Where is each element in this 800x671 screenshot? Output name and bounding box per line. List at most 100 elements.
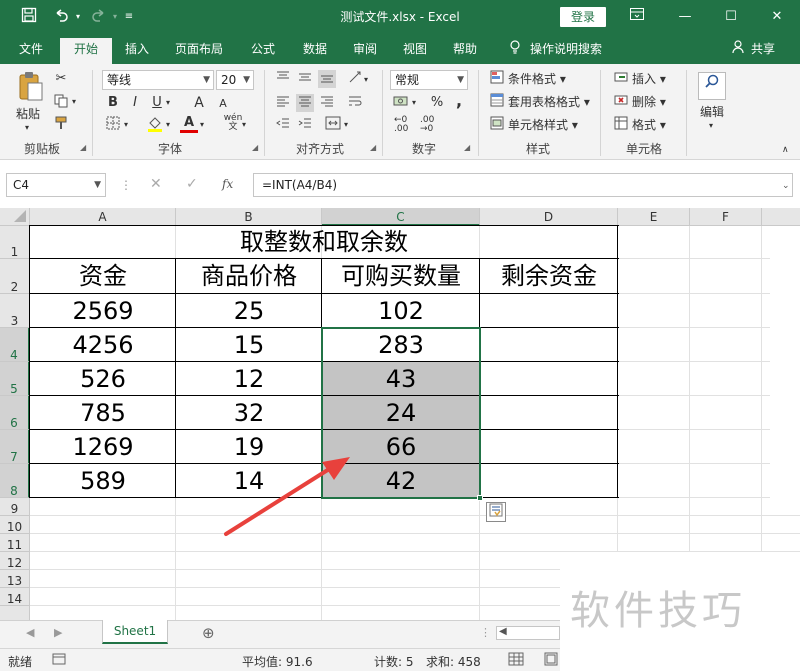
maximize-icon[interactable]: ☐: [720, 6, 742, 28]
number-format-combo[interactable]: 常规 ▼: [390, 70, 468, 90]
border-dropdown-icon[interactable]: ▾: [124, 117, 128, 133]
tab-insert[interactable]: 插入: [118, 40, 156, 64]
phonetic-button[interactable]: wén 文: [222, 114, 244, 132]
share-button[interactable]: 共享: [748, 40, 778, 64]
enter-icon[interactable]: ✓: [186, 176, 198, 192]
alignment-launcher-icon[interactable]: ◢: [370, 143, 376, 152]
format-painter-icon[interactable]: [52, 116, 70, 134]
align-center-icon[interactable]: [296, 94, 314, 112]
cancel-icon[interactable]: ✕: [150, 176, 162, 192]
merge-center-icon[interactable]: [324, 116, 342, 134]
tab-formulas[interactable]: 公式: [244, 40, 282, 64]
font-color-button[interactable]: A: [180, 116, 198, 133]
split-handle-icon[interactable]: ⋮: [480, 626, 491, 639]
average-status[interactable]: 平均值: 91.6: [242, 653, 313, 670]
tab-view[interactable]: 视图: [396, 40, 434, 64]
orientation-dropdown-icon[interactable]: ▾: [364, 72, 368, 88]
ribbon-display-icon[interactable]: [626, 6, 648, 28]
editing-dropdown-icon[interactable]: ▾: [709, 118, 713, 134]
increase-indent-icon[interactable]: [296, 116, 314, 134]
count-status[interactable]: 计数: 5: [374, 653, 414, 670]
format-cells-button[interactable]: 格式 ▾: [632, 117, 666, 133]
align-right-icon[interactable]: [318, 94, 336, 112]
accounting-dropdown-icon[interactable]: ▾: [412, 95, 416, 111]
font-name-combo[interactable]: 等线 ▼: [102, 70, 214, 90]
redo-dropdown-icon[interactable]: ▾: [110, 7, 120, 27]
align-bottom-icon[interactable]: [318, 70, 336, 88]
login-button[interactable]: 登录: [560, 7, 606, 27]
comma-button[interactable]: ,: [450, 92, 468, 110]
align-middle-icon[interactable]: [296, 70, 314, 88]
format-as-table-button[interactable]: 套用表格格式 ▾: [508, 94, 590, 110]
sheet-tab-sheet1[interactable]: Sheet1: [102, 620, 168, 644]
italic-button[interactable]: I: [126, 94, 144, 112]
page-layout-view-icon[interactable]: [544, 652, 558, 669]
scroll-next-sheet-icon[interactable]: ▶: [54, 626, 62, 639]
tab-home[interactable]: 开始: [60, 38, 112, 64]
increase-decimal-button[interactable]: ←0.00: [394, 116, 408, 134]
close-icon[interactable]: ✕: [766, 6, 788, 28]
delete-cells-button[interactable]: 删除 ▾: [632, 94, 666, 110]
fill-color-dropdown-icon[interactable]: ▾: [166, 117, 170, 133]
horizontal-scrollbar[interactable]: ◀: [496, 626, 560, 640]
bold-button[interactable]: B: [104, 94, 122, 112]
scroll-prev-sheet-icon[interactable]: ◀: [26, 626, 34, 639]
copy-icon[interactable]: [52, 94, 70, 112]
name-box[interactable]: C4 ▼: [6, 173, 106, 197]
add-sheet-icon[interactable]: ⊕: [202, 624, 215, 642]
cut-icon[interactable]: ✂: [52, 70, 70, 88]
tab-review[interactable]: 审阅: [346, 40, 384, 64]
grow-font-button[interactable]: A: [190, 94, 208, 112]
conditional-format-button[interactable]: 条件格式 ▾: [508, 71, 566, 87]
format-as-table-icon[interactable]: [488, 93, 506, 111]
align-left-icon[interactable]: [274, 94, 292, 112]
phonetic-dropdown-icon[interactable]: ▾: [242, 117, 246, 133]
macro-record-icon[interactable]: [52, 652, 66, 669]
decrease-indent-icon[interactable]: [274, 116, 292, 134]
align-top-icon[interactable]: [274, 70, 292, 88]
scroll-left-icon[interactable]: ◀: [499, 626, 507, 637]
insert-cells-button[interactable]: 插入 ▾: [632, 71, 666, 87]
insert-cells-icon[interactable]: [612, 70, 630, 88]
undo-icon[interactable]: [50, 7, 72, 27]
tab-data[interactable]: 数据: [296, 40, 334, 64]
font-launcher-icon[interactable]: ◢: [252, 143, 258, 152]
tab-help[interactable]: 帮助: [446, 40, 484, 64]
tab-page-layout[interactable]: 页面布局: [168, 40, 230, 64]
underline-dropdown-icon[interactable]: ▾: [166, 95, 170, 111]
shrink-font-button[interactable]: A: [214, 95, 232, 113]
minimize-icon[interactable]: —: [674, 6, 696, 28]
copy-dropdown-icon[interactable]: ▾: [72, 94, 76, 110]
search-icon[interactable]: [698, 72, 726, 100]
cell-styles-button[interactable]: 单元格样式 ▾: [508, 117, 578, 133]
font-color-dropdown-icon[interactable]: ▾: [200, 117, 204, 133]
insert-function-button[interactable]: fx: [222, 176, 233, 192]
percent-button[interactable]: %: [428, 94, 446, 112]
save-icon[interactable]: [18, 7, 40, 27]
fill-color-icon[interactable]: [146, 116, 164, 134]
tab-file[interactable]: 文件: [14, 40, 48, 64]
tell-me-search[interactable]: 操作说明搜索: [530, 40, 610, 64]
sum-status[interactable]: 求和: 458: [426, 653, 481, 670]
accounting-format-icon[interactable]: [392, 94, 410, 112]
expand-formula-icon[interactable]: ⌄: [782, 178, 790, 194]
collapse-ribbon-icon[interactable]: ∧: [782, 142, 789, 158]
decrease-decimal-button[interactable]: .00 →0: [420, 116, 434, 134]
clipboard-launcher-icon[interactable]: ◢: [80, 143, 86, 152]
underline-button[interactable]: U: [148, 94, 166, 112]
delete-cells-icon[interactable]: [612, 93, 630, 111]
paste-icon[interactable]: [16, 70, 46, 102]
border-icon[interactable]: [104, 116, 122, 134]
merge-dropdown-icon[interactable]: ▾: [344, 117, 348, 133]
redo-icon[interactable]: [88, 7, 110, 27]
customize-quick-access-icon[interactable]: ≡: [122, 7, 136, 27]
cell-styles-icon[interactable]: [488, 116, 506, 134]
format-cells-icon[interactable]: [612, 116, 630, 134]
undo-dropdown-icon[interactable]: ▾: [72, 7, 84, 27]
conditional-format-icon[interactable]: [488, 70, 506, 88]
wrap-text-icon[interactable]: [346, 94, 364, 112]
orientation-icon[interactable]: [346, 70, 364, 88]
paste-dropdown-icon[interactable]: ▾: [25, 120, 29, 136]
formula-input[interactable]: =INT(A4/B4): [253, 173, 793, 197]
normal-view-icon[interactable]: [508, 652, 524, 669]
